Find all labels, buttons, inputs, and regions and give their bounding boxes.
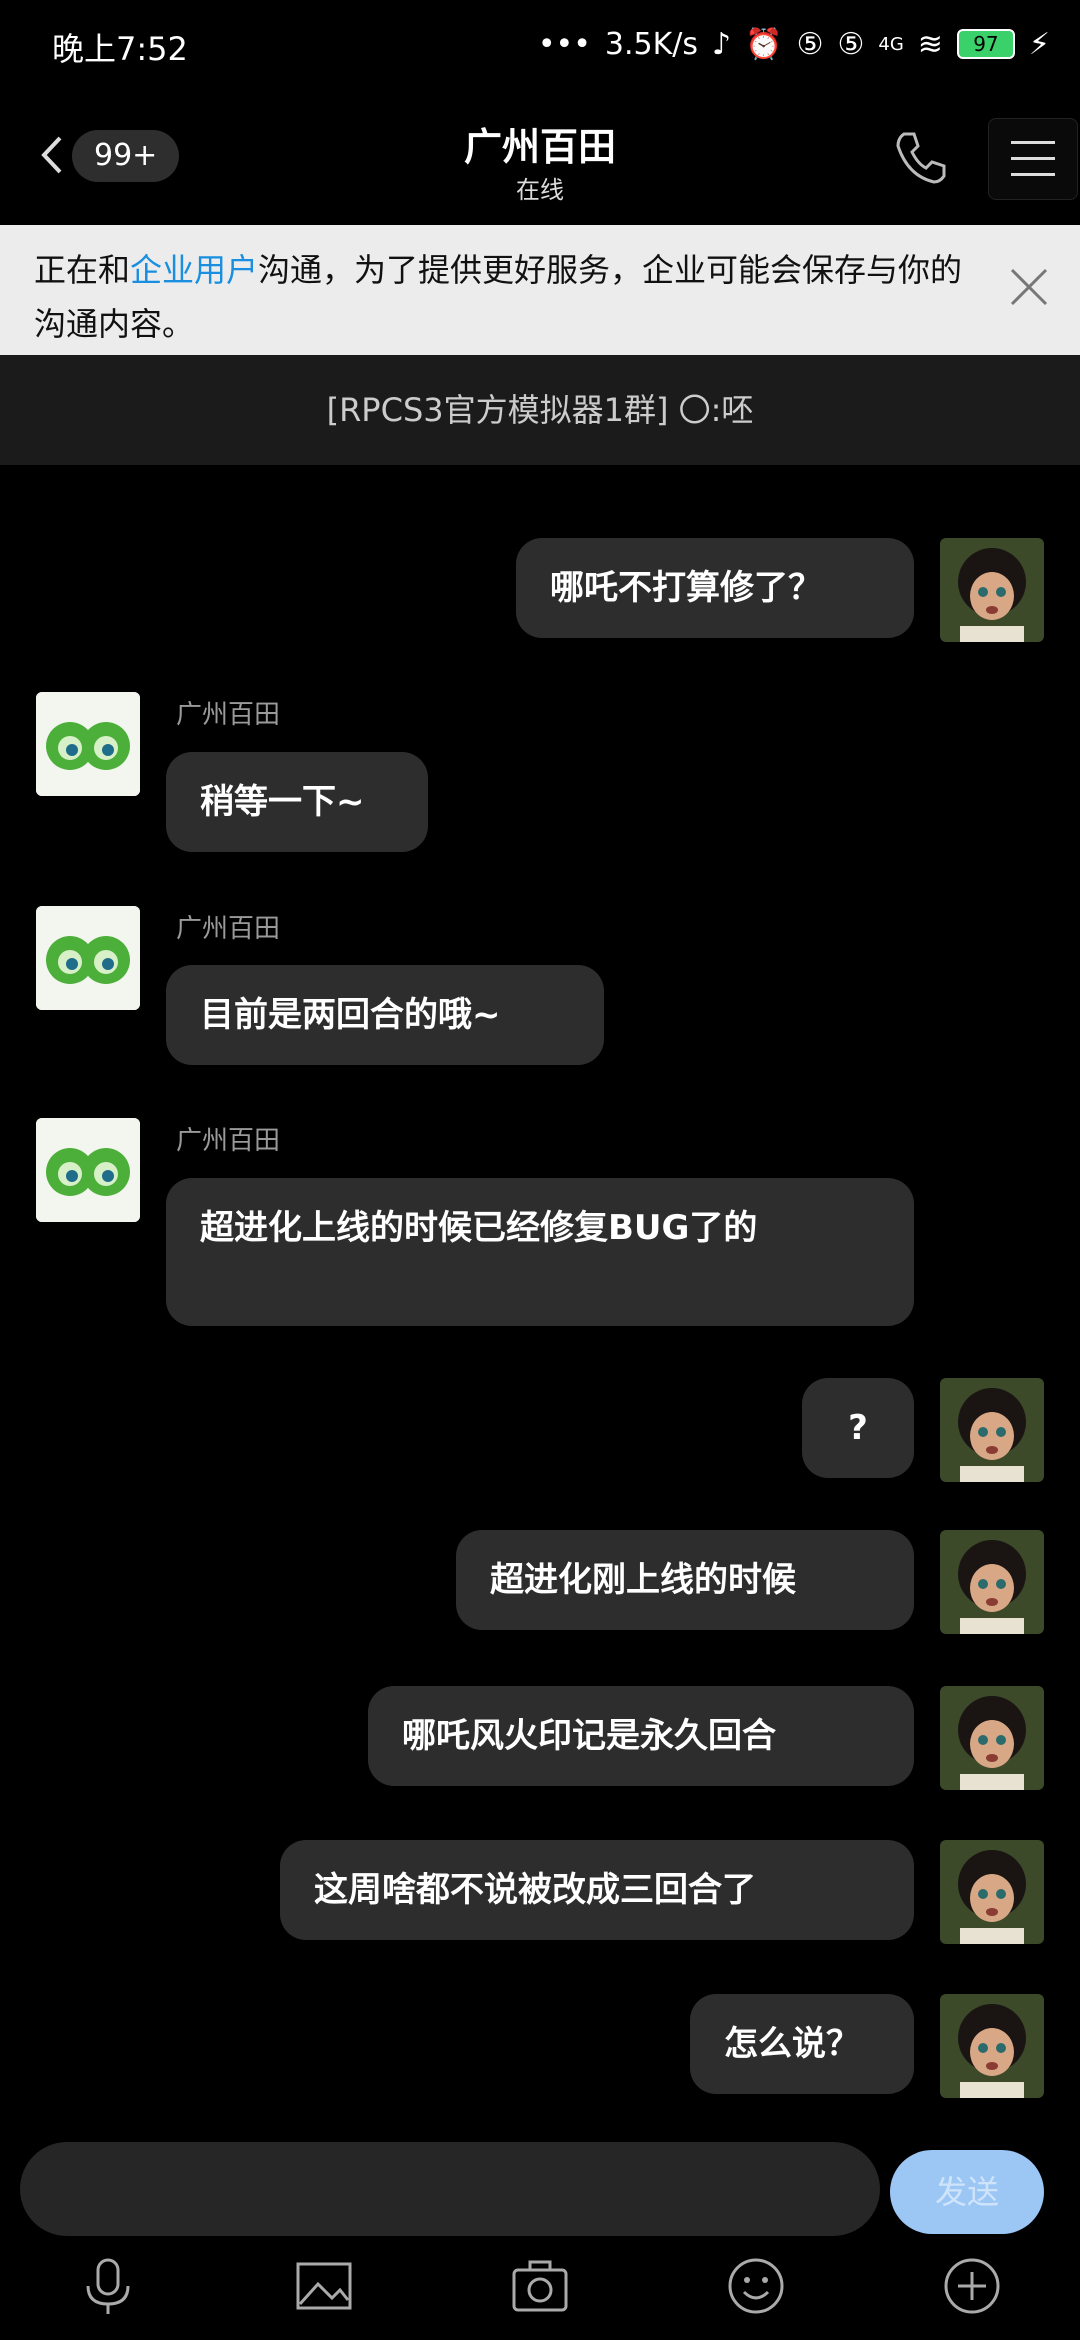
- camera-icon[interactable]: [508, 2254, 572, 2318]
- message-bubble-outgoing[interactable]: 哪吒风火印记是永久回合: [368, 1686, 914, 1786]
- group-message-banner[interactable]: [RPCS3官方模拟器1群] 〇:呸: [0, 355, 1080, 465]
- message-bubble-outgoing[interactable]: ?: [802, 1378, 914, 1478]
- menu-button[interactable]: [988, 118, 1078, 200]
- signal-4g-icon: 4G: [878, 33, 904, 55]
- phone-icon[interactable]: [890, 126, 950, 186]
- avatar-contact[interactable]: [36, 906, 140, 1010]
- sender-name: 广州百田: [176, 1126, 281, 1156]
- notice-text: 正在和企业用户沟通，为了提供更好服务，企业可能会保存与你的沟通内容。: [34, 243, 984, 351]
- close-icon[interactable]: [1004, 262, 1054, 312]
- avatar-contact[interactable]: [36, 1118, 140, 1222]
- avatar-me[interactable]: [940, 1840, 1044, 1944]
- avatar-me[interactable]: [940, 1994, 1044, 2098]
- avatar-me[interactable]: [940, 1686, 1044, 1790]
- avatar-contact[interactable]: [36, 692, 140, 796]
- avatar-me[interactable]: [940, 538, 1044, 642]
- avatar-me[interactable]: [940, 1530, 1044, 1634]
- chat-header: 99+ 广州百田 在线: [0, 90, 1080, 225]
- charging-icon: ⚡: [1028, 26, 1050, 62]
- avatar-me[interactable]: [940, 1378, 1044, 1482]
- battery-icon: 97: [956, 29, 1015, 59]
- message-bubble-outgoing[interactable]: 哪吒不打算修了？: [516, 538, 914, 638]
- send-button[interactable]: 发送: [890, 2150, 1044, 2234]
- menu-icon: [1011, 141, 1055, 144]
- sender-name: 广州百田: [176, 914, 281, 944]
- message-bubble-incoming[interactable]: 超进化上线的时候已经修复BUG了的: [166, 1178, 914, 1326]
- message-bubble-outgoing[interactable]: 怎么说？: [690, 1994, 914, 2094]
- signal-5g-icon: ⑤: [796, 26, 824, 62]
- message-bubble-outgoing[interactable]: 这周啥都不说被改成三回合了: [280, 1840, 914, 1940]
- status-bar: 晚上7:52 ••• 3.5K/s ♪ ⏰ ⑤ ⑤ 4G ≋ 97 ⚡: [0, 0, 1080, 90]
- message-bubble-incoming[interactable]: 目前是两回合的哦~: [166, 965, 604, 1065]
- message-bubble-incoming[interactable]: 稍等一下~: [166, 752, 428, 852]
- status-time: 晚上7:52: [52, 30, 188, 68]
- message-input[interactable]: [20, 2142, 880, 2236]
- microphone-icon[interactable]: [76, 2254, 140, 2318]
- music-icon: ♪: [712, 26, 732, 62]
- image-icon[interactable]: [292, 2254, 356, 2318]
- plus-icon[interactable]: [940, 2254, 1004, 2318]
- status-icons: ••• 3.5K/s ♪ ⏰ ⑤ ⑤ 4G ≋ 97 ⚡: [538, 22, 1050, 66]
- notice-prefix: 正在和: [34, 251, 131, 289]
- enterprise-notice: 正在和企业用户沟通，为了提供更好服务，企业可能会保存与你的沟通内容。: [0, 225, 1080, 355]
- sender-name: 广州百田: [176, 700, 281, 730]
- network-speed: 3.5K/s: [604, 26, 699, 62]
- enterprise-user-link[interactable]: 企业用户: [130, 251, 258, 289]
- signal-5g-icon-2: ⑤: [837, 26, 865, 62]
- more-dots-icon: •••: [537, 26, 591, 62]
- message-bubble-outgoing[interactable]: 超进化刚上线的时候: [456, 1530, 914, 1630]
- emoji-icon[interactable]: [724, 2254, 788, 2318]
- wifi-icon: ≋: [917, 26, 943, 62]
- alarm-icon: ⏰: [745, 26, 783, 62]
